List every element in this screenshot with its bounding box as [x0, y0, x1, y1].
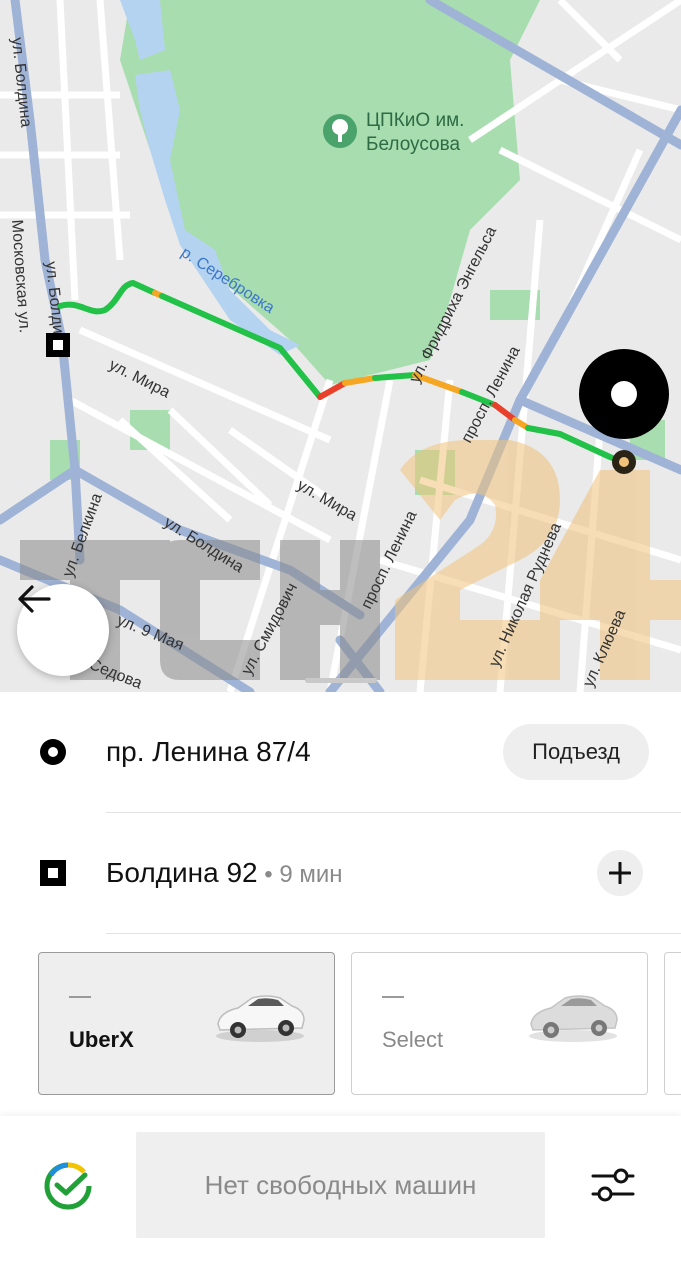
car-icon [529, 995, 618, 1042]
sheet-handle[interactable] [305, 678, 377, 683]
plus-icon [609, 862, 631, 884]
pickup-row[interactable]: пр. Ленина 87/4 Подъезд [0, 692, 681, 812]
arrow-left-icon [18, 585, 51, 613]
map-canvas: ЦПКиО им. Белоусова ул. Болдина Московск… [0, 0, 681, 692]
park-label-line2: Белоусова [366, 134, 461, 155]
car-icon [216, 995, 305, 1042]
destination-address: Болдина 92 [106, 857, 258, 888]
street-label: ул. Мира [294, 477, 360, 525]
map-view[interactable]: ЦПКиО им. Белоусова ул. Болдина Московск… [0, 0, 681, 692]
no-cars-button[interactable]: Нет свободных машин [136, 1132, 545, 1238]
ride-option-uberx[interactable]: UberX [38, 952, 335, 1095]
ride-option-next[interactable] [664, 952, 681, 1095]
pickup-address: пр. Ленина 87/4 [106, 736, 311, 767]
ride-option-name: Select [382, 1027, 444, 1052]
sber-logo-icon[interactable] [44, 1162, 92, 1210]
street-label: Московская ул. [8, 219, 33, 334]
street-label: ул. Болдина [8, 37, 34, 129]
destination-eta: • 9 мин [257, 861, 343, 888]
price-placeholder [382, 996, 404, 998]
destination-square-icon [40, 860, 66, 886]
destination-text: Болдина 92 • 9 мин [106, 857, 343, 889]
park-area [120, 0, 540, 385]
ride-option-select[interactable]: Select [351, 952, 648, 1095]
filter-sliders-icon[interactable] [590, 1165, 636, 1205]
price-placeholder [69, 996, 91, 998]
back-button[interactable] [17, 584, 109, 676]
add-stop-button[interactable] [597, 850, 643, 896]
divider [106, 933, 681, 934]
destination-row[interactable]: Болдина 92 • 9 мин [0, 813, 681, 933]
ride-option-name: UberX [69, 1027, 134, 1052]
pickup-dot-icon [40, 739, 66, 765]
park-label-line1: ЦПКиО им. [366, 110, 464, 131]
entrance-button[interactable]: Подъезд [503, 724, 649, 780]
